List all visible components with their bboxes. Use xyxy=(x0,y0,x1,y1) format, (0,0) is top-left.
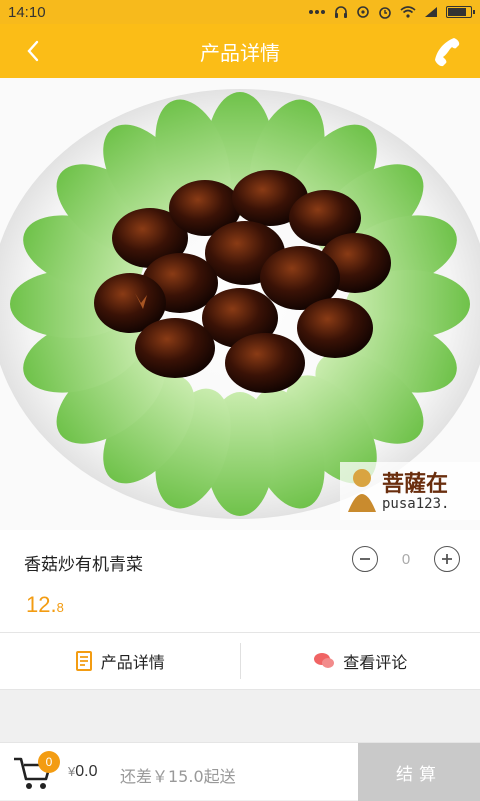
headset-icon xyxy=(334,5,348,19)
page-title: 产品详情 xyxy=(200,37,280,66)
price-decimal: 8 xyxy=(57,600,64,615)
cart-badge: 0 xyxy=(38,751,60,773)
product-name: 香菇炒有机青菜 xyxy=(24,550,143,575)
tab-product-details[interactable]: 产品详情 xyxy=(0,633,240,689)
watermark-url: pusa123. xyxy=(382,496,449,512)
cart-total: ¥0.0 xyxy=(68,763,97,781)
back-button[interactable] xyxy=(18,36,48,66)
price-integer: 12. xyxy=(26,592,57,617)
quantity-value: 0 xyxy=(388,551,424,568)
plus-icon xyxy=(441,553,453,565)
detail-tabs: 产品详情 查看评论 xyxy=(0,632,480,690)
increase-button[interactable] xyxy=(434,546,460,572)
cart-total-value: 0.0 xyxy=(75,763,97,780)
chevron-left-icon xyxy=(26,40,40,62)
watermark: 菩薩在 pusa123. xyxy=(340,462,480,520)
tab-product-details-label: 产品详情 xyxy=(101,649,165,673)
checkout-button[interactable]: 结算 xyxy=(358,743,480,801)
minus-icon xyxy=(359,553,371,565)
minimum-order-hint: 还差￥15.0起送 xyxy=(120,763,236,787)
app-header: 产品详情 xyxy=(0,24,480,78)
alarm-icon xyxy=(378,5,392,19)
status-time: 14:10 xyxy=(8,4,46,21)
call-button[interactable] xyxy=(432,36,464,68)
quantity-stepper: 0 xyxy=(352,546,460,572)
product-info: 香菇炒有机青菜 12.8 0 xyxy=(0,530,480,632)
document-icon xyxy=(75,651,93,671)
buddha-logo-icon xyxy=(344,466,380,516)
status-bar: 14:10 xyxy=(0,0,480,24)
cart-bar: 0 ¥0.0 还差￥15.0起送 结算 xyxy=(0,742,480,800)
dots-icon xyxy=(308,7,326,17)
sync-icon xyxy=(356,5,370,19)
status-icons xyxy=(308,5,472,19)
battery-icon xyxy=(446,6,472,18)
chat-bubble-icon xyxy=(313,651,335,671)
phone-icon xyxy=(432,36,464,68)
product-photo: 菩薩在 pusa123. xyxy=(0,78,480,530)
signal-icon xyxy=(424,6,438,18)
tab-reviews-label: 查看评论 xyxy=(343,649,407,673)
decrease-button[interactable] xyxy=(352,546,378,572)
wifi-icon xyxy=(400,6,416,18)
product-price: 12.8 xyxy=(26,592,64,618)
tab-reviews[interactable]: 查看评论 xyxy=(241,633,480,689)
watermark-text: 菩薩在 xyxy=(382,466,448,498)
